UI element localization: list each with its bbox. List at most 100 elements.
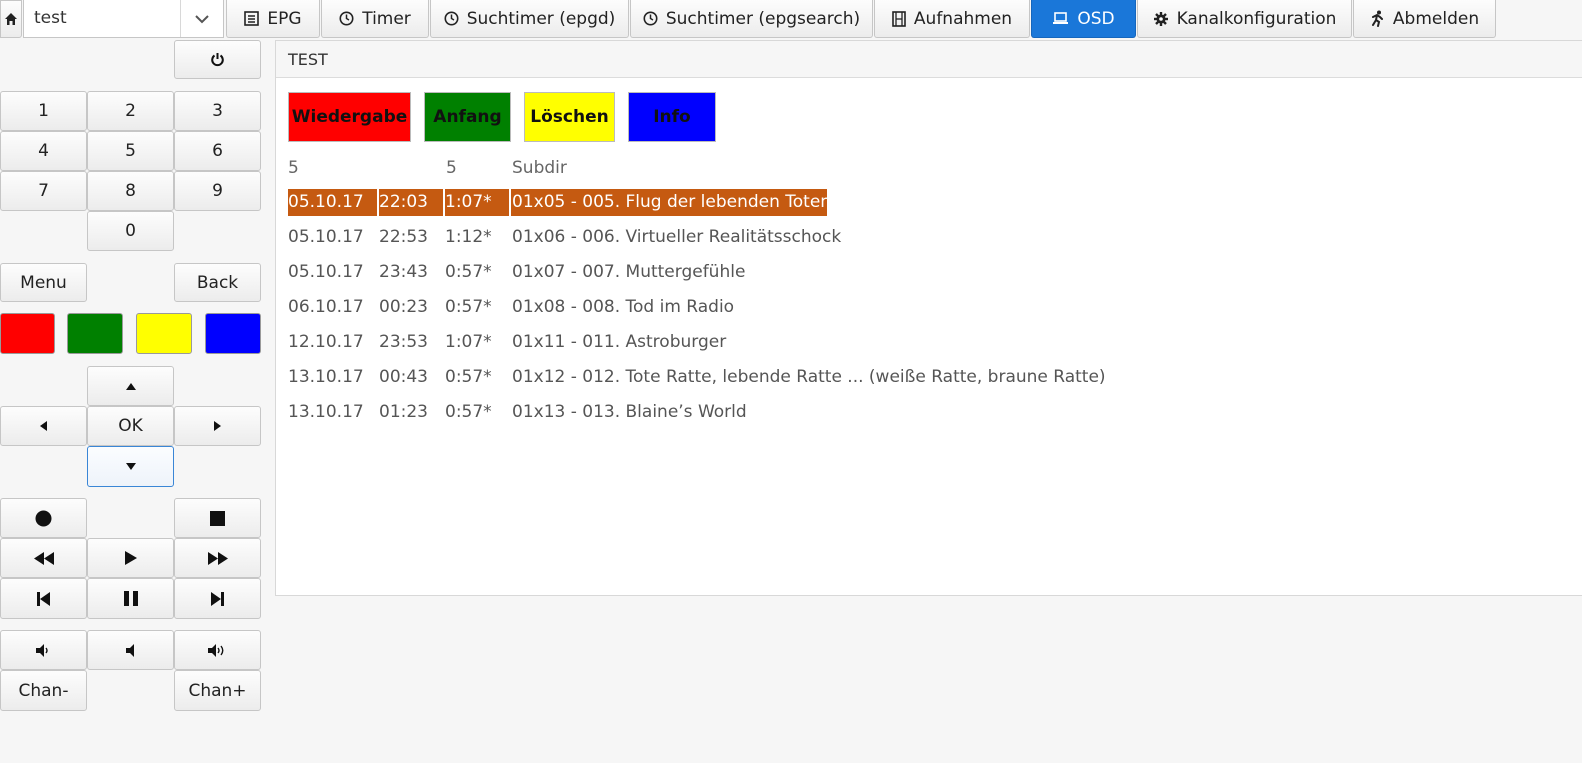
list-item-selected[interactable]: 05.10.17 22:03 1:07* 01x05 - 005. Flug d…	[288, 189, 831, 216]
fast-forward-button[interactable]	[174, 538, 261, 578]
volume-off-icon	[125, 643, 136, 657]
digit-8-button[interactable]: 8	[87, 171, 174, 211]
row-date: 05.10.17	[288, 192, 364, 212]
header-col-3: Subdir	[512, 158, 567, 178]
volume-down-icon	[36, 643, 51, 657]
up-button[interactable]	[87, 366, 174, 406]
record-button[interactable]	[0, 498, 87, 538]
row-duration: 1:07*	[445, 332, 492, 352]
rewind-icon	[33, 551, 54, 565]
tab-osd[interactable]: OSD	[1031, 0, 1136, 38]
list-icon	[244, 11, 260, 26]
volume-up-button[interactable]	[174, 630, 261, 670]
row-title: 01x07 - 007. Muttergefühle	[512, 262, 746, 282]
back-button[interactable]: Back	[174, 263, 261, 302]
clock-icon	[444, 11, 459, 26]
row-title: 01x12 - 012. Tote Ratte, lebende Ratte .…	[512, 367, 1106, 387]
tab-label: OSD	[1077, 8, 1115, 29]
digit-5-button[interactable]: 5	[87, 131, 174, 171]
digit-9-button[interactable]: 9	[174, 171, 261, 211]
tab-aufnahmen[interactable]: Aufnahmen	[874, 0, 1030, 38]
digit-1-button[interactable]: 1	[0, 91, 87, 131]
digit-7-button[interactable]: 7	[0, 171, 87, 211]
ok-button[interactable]: OK	[87, 406, 174, 446]
skip-forward-button[interactable]	[174, 578, 261, 619]
stop-icon	[210, 510, 225, 526]
osd-header: TEST	[276, 41, 1582, 78]
down-button[interactable]	[87, 446, 174, 487]
row-title: 01x13 - 013. Blaine’s World	[512, 402, 747, 422]
menu-button[interactable]: Menu	[0, 263, 87, 302]
vdr-select-value: test	[34, 8, 67, 28]
wiedergabe-button[interactable]: Wiedergabe	[288, 92, 411, 142]
row-time: 00:43	[379, 367, 428, 387]
row-title: 01x11 - 011. Astroburger	[512, 332, 727, 352]
row-date: 13.10.17	[288, 402, 364, 422]
row-date: 06.10.17	[288, 297, 364, 317]
column-separator	[509, 189, 511, 216]
caret-up-icon	[125, 382, 136, 390]
loeschen-button[interactable]: Löschen	[524, 92, 615, 142]
red-key-button[interactable]	[0, 313, 55, 354]
caret-left-icon	[40, 421, 47, 431]
tab-label: Kanalkonfiguration	[1176, 8, 1337, 29]
tab-kanalkonfiguration[interactable]: Kanalkonfiguration	[1137, 0, 1352, 38]
yellow-key-button[interactable]	[136, 313, 192, 354]
caret-right-icon	[214, 421, 221, 431]
volume-up-icon	[208, 643, 227, 657]
rewind-button[interactable]	[0, 538, 87, 578]
channel-down-button[interactable]: Chan-	[0, 670, 87, 711]
osd-title: TEST	[288, 50, 328, 69]
home-button[interactable]	[0, 0, 22, 38]
row-duration: 1:07*	[445, 192, 492, 212]
tab-suchtimer-epgsearch[interactable]: Suchtimer (epgsearch)	[630, 0, 873, 38]
power-button[interactable]	[174, 40, 261, 79]
skip-back-button[interactable]	[0, 578, 87, 619]
home-icon	[4, 12, 18, 26]
tab-abmelden[interactable]: Abmelden	[1353, 0, 1496, 38]
info-button[interactable]: Info	[628, 92, 716, 142]
row-time: 23:53	[379, 332, 428, 352]
header-col-1: 5	[288, 158, 299, 178]
fast-forward-icon	[207, 551, 228, 565]
caret-down-icon	[125, 463, 136, 470]
row-date: 12.10.17	[288, 332, 364, 352]
digit-2-button[interactable]: 2	[87, 91, 174, 131]
row-title: 01x08 - 008. Tod im Radio	[512, 297, 735, 317]
digit-3-button[interactable]: 3	[174, 91, 261, 131]
play-icon	[124, 551, 137, 565]
header-col-2: 5	[446, 158, 457, 178]
row-duration: 0:57*	[445, 402, 492, 422]
gear-icon	[1153, 11, 1169, 27]
clock-icon	[339, 11, 354, 26]
anfang-button[interactable]: Anfang	[424, 92, 511, 142]
mute-button[interactable]	[87, 630, 174, 670]
blue-key-button[interactable]	[205, 313, 261, 354]
play-button[interactable]	[87, 538, 174, 578]
pause-button[interactable]	[87, 578, 174, 619]
skip-back-icon	[37, 591, 50, 606]
green-key-button[interactable]	[67, 313, 123, 354]
power-icon	[210, 52, 225, 67]
digit-4-button[interactable]: 4	[0, 131, 87, 171]
stop-button[interactable]	[174, 498, 261, 538]
tab-label: Suchtimer (epgsearch)	[665, 8, 861, 29]
digit-6-button[interactable]: 6	[174, 131, 261, 171]
tab-suchtimer-epgd[interactable]: Suchtimer (epgd)	[430, 0, 629, 38]
left-button[interactable]	[0, 406, 87, 446]
right-button[interactable]	[174, 406, 261, 446]
tab-epg[interactable]: EPG	[226, 0, 320, 38]
vdr-select[interactable]: test	[23, 0, 224, 38]
row-date: 05.10.17	[288, 227, 364, 247]
row-duration: 0:57*	[445, 262, 492, 282]
clock-icon	[643, 11, 658, 26]
tab-timer[interactable]: Timer	[321, 0, 429, 38]
chevron-down-icon[interactable]	[180, 0, 223, 37]
row-duration: 0:57*	[445, 297, 492, 317]
row-date: 13.10.17	[288, 367, 364, 387]
digit-0-button[interactable]: 0	[87, 211, 174, 251]
volume-down-button[interactable]	[0, 630, 87, 670]
tab-label: Suchtimer (epgd)	[466, 8, 616, 29]
tab-label: Abmelden	[1392, 8, 1480, 29]
channel-up-button[interactable]: Chan+	[174, 670, 261, 711]
